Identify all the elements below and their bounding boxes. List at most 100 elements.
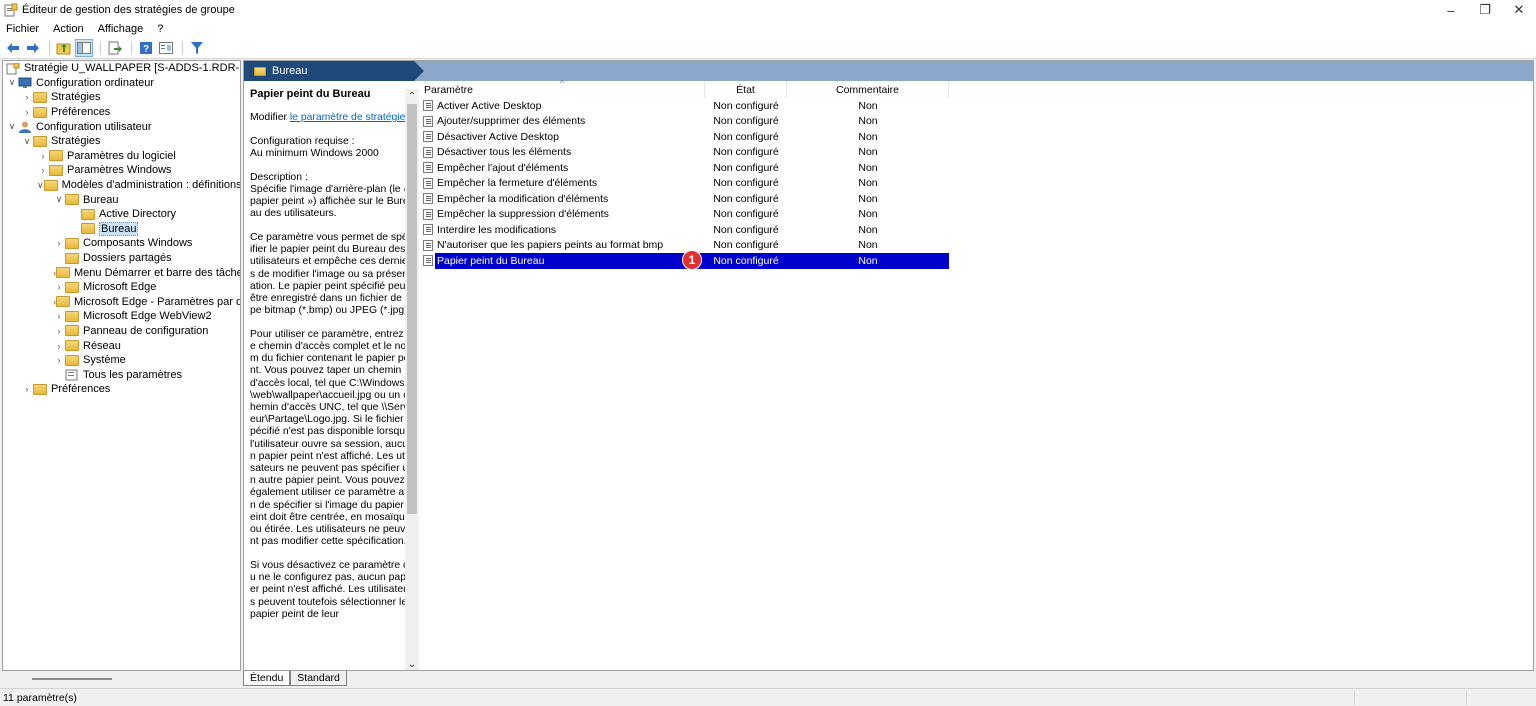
setting-state: Non configuré: [713, 239, 779, 252]
forward-arrow-icon[interactable]: [24, 39, 42, 57]
toolbar-separator: [131, 40, 132, 55]
expand-chevron-icon[interactable]: ›: [21, 384, 33, 394]
show-hide-tree-icon[interactable]: [75, 38, 93, 57]
close-button[interactable]: ✕: [1502, 0, 1536, 20]
menu-help[interactable]: ?: [150, 23, 170, 35]
list-item[interactable]: Ajouter/supprimer des éléments Non config…: [420, 114, 1533, 130]
all-settings-icon: [65, 369, 79, 381]
scroll-down-icon[interactable]: ⌄: [405, 657, 419, 670]
column-header-parametre[interactable]: Paramètre ^: [420, 78, 705, 98]
policy-setting-icon: [423, 239, 433, 251]
list-item[interactable]: N'autoriser que les papiers peints au fo…: [420, 238, 1533, 254]
list-item[interactable]: Activer Active Desktop Non configuré Non: [420, 98, 1533, 114]
scrollbar-thumb[interactable]: [32, 678, 112, 680]
setting-state: Non configuré: [713, 115, 779, 128]
tree-item[interactable]: Dossiers partagés: [3, 251, 240, 266]
expand-chevron-icon[interactable]: ›: [53, 282, 65, 292]
expand-chevron-icon[interactable]: ›: [21, 92, 33, 102]
column-header-etat[interactable]: État: [705, 81, 787, 98]
export-list-icon[interactable]: [106, 39, 124, 57]
user-icon: [18, 121, 32, 134]
tree-item[interactable]: › Système: [3, 353, 240, 368]
tree-item[interactable]: ∨ Modèles d'administration : définitions …: [3, 178, 240, 193]
minimize-button[interactable]: –: [1434, 0, 1468, 20]
step-number-badge: 1: [682, 250, 702, 270]
description-label: Description :: [250, 171, 308, 183]
tree-item[interactable]: › Réseau: [3, 338, 240, 353]
expand-chevron-icon[interactable]: ›: [53, 326, 65, 336]
tree-item[interactable]: › Stratégies: [3, 90, 240, 105]
collapse-chevron-icon[interactable]: ∨: [6, 121, 18, 132]
list-item[interactable]: Interdire les modifications Non configuré…: [420, 222, 1533, 238]
edit-policy-link[interactable]: le paramètre de stratégie: [290, 112, 406, 123]
tree-item[interactable]: › Préférences: [3, 382, 240, 397]
expand-chevron-icon[interactable]: ›: [21, 107, 33, 117]
menu-fichier[interactable]: Fichier: [0, 23, 46, 35]
window-title: Éditeur de gestion des stratégies de gro…: [22, 4, 235, 16]
tree-item[interactable]: › Paramètres Windows: [3, 163, 240, 178]
policy-setting-icon: [423, 255, 433, 267]
setting-name-cell: Désactiver tous les éléments: [420, 146, 705, 158]
status-text: 11 paramètre(s): [3, 691, 77, 704]
scroll-up-icon[interactable]: ⌃: [405, 89, 419, 103]
setting-name: Ajouter/supprimer des éléments: [437, 115, 586, 128]
list-item[interactable]: Papier peint du Bureau Non configuré Non 1: [420, 250, 1533, 270]
list-item[interactable]: Empêcher la fermeture d'éléments Non conf…: [420, 176, 1533, 192]
filter-icon[interactable]: [188, 39, 206, 57]
tree-horizontal-scrollbar[interactable]: [2, 672, 241, 686]
tree-item[interactable]: ∨ Stratégies: [3, 134, 240, 149]
tree-item-label: Système: [83, 354, 126, 367]
console-tree[interactable]: Stratégie U_WALLPAPER [S-ADDS-1.RDR-IT.L…: [2, 60, 241, 671]
maximize-button[interactable]: ❐: [1468, 0, 1502, 20]
tree-item[interactable]: ∨ Configuration utilisateur: [3, 119, 240, 134]
expand-chevron-icon[interactable]: ›: [37, 151, 49, 161]
tab-etendu[interactable]: Étendu: [243, 671, 291, 686]
tree-item[interactable]: Stratégie U_WALLPAPER [S-ADDS-1.RDR-IT.L…: [3, 61, 240, 76]
column-header-commentaire[interactable]: Commentaire: [787, 81, 949, 98]
tree-item[interactable]: Active Directory: [3, 207, 240, 222]
list-item[interactable]: Empêcher la modification d'éléments Non c…: [420, 191, 1533, 207]
expand-chevron-icon[interactable]: ›: [53, 341, 65, 351]
list-item[interactable]: Empêcher l'ajout d'éléments Non configuré…: [420, 160, 1533, 176]
tab-standard[interactable]: Standard: [290, 671, 347, 686]
menu-action[interactable]: Action: [46, 23, 91, 35]
tree-item[interactable]: › Panneau de configuration: [3, 324, 240, 339]
tree-item[interactable]: › Composants Windows: [3, 236, 240, 251]
tree-item[interactable]: › Microsoft Edge: [3, 280, 240, 295]
collapse-chevron-icon[interactable]: ∨: [21, 136, 33, 147]
tree-item[interactable]: › Microsoft Edge - Paramètres par défa: [3, 295, 240, 310]
properties-icon[interactable]: [157, 39, 175, 57]
setting-comment: Non: [858, 99, 878, 112]
tree-item[interactable]: › Paramètres du logiciel: [3, 149, 240, 164]
requirements-label: Configuration requise :: [250, 135, 355, 147]
setting-name-cell: Désactiver Active Desktop: [420, 131, 705, 143]
collapse-chevron-icon[interactable]: ∨: [53, 194, 65, 205]
up-folder-icon[interactable]: [55, 39, 73, 57]
menu-affichage[interactable]: Affichage: [91, 23, 151, 35]
expand-chevron-icon[interactable]: ›: [53, 355, 65, 365]
edit-prefix: Modifier: [250, 112, 290, 123]
list-item[interactable]: Désactiver Active Desktop Non configuré No…: [420, 129, 1533, 145]
expand-chevron-icon[interactable]: ›: [53, 311, 65, 321]
description-scrollbar[interactable]: ⌃ ⌄: [405, 89, 419, 670]
expand-chevron-icon[interactable]: ›: [53, 238, 65, 248]
collapse-chevron-icon[interactable]: ∨: [6, 77, 18, 88]
setting-name-cell: Papier peint du Bureau: [420, 254, 705, 267]
tree-item[interactable]: › Microsoft Edge WebView2: [3, 309, 240, 324]
list-item[interactable]: Désactiver tous les éléments Non configur…: [420, 145, 1533, 161]
back-arrow-icon[interactable]: [4, 39, 22, 57]
tree-item[interactable]: Tous les paramètres: [3, 367, 240, 382]
tree-item[interactable]: › Préférences: [3, 105, 240, 120]
folder-icon: [49, 164, 63, 176]
setting-name-cell: Ajouter/supprimer des éléments: [420, 115, 705, 127]
collapse-chevron-icon[interactable]: ∨: [37, 180, 44, 191]
tree-item[interactable]: ∨ Bureau: [3, 192, 240, 207]
folder-icon: [65, 354, 79, 366]
list-item[interactable]: Empêcher la suppression d'éléments Non co…: [420, 207, 1533, 223]
tree-item[interactable]: Bureau: [3, 221, 240, 237]
expand-chevron-icon[interactable]: ›: [37, 165, 49, 175]
scrollbar-thumb[interactable]: [407, 104, 417, 514]
tree-item[interactable]: › Menu Démarrer et barre des tâches: [3, 265, 240, 280]
help-icon[interactable]: ?: [137, 39, 155, 57]
tree-item[interactable]: ∨ Configuration ordinateur: [3, 76, 240, 91]
